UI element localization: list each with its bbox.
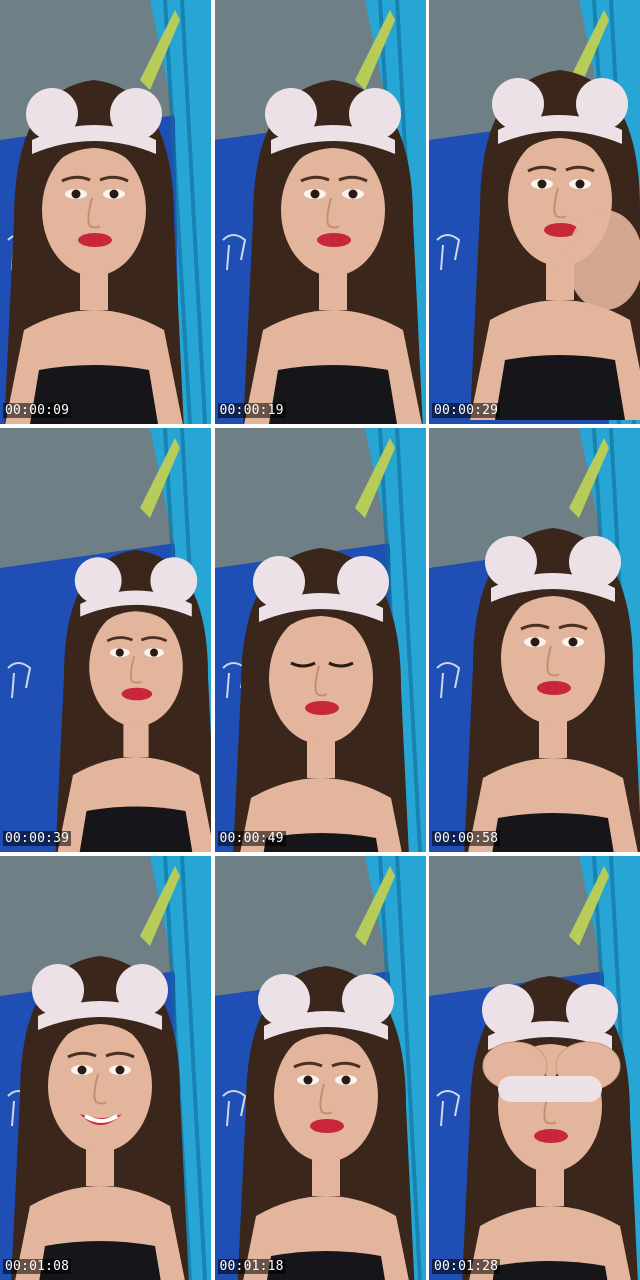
person xyxy=(462,976,638,1280)
frame-scene xyxy=(429,0,640,424)
person xyxy=(237,966,414,1280)
headband-ear-left xyxy=(26,88,78,140)
video-frame-thumbnail: 00:00:49 xyxy=(214,428,426,852)
headband-ear-left xyxy=(264,88,317,140)
person xyxy=(232,548,409,852)
frame-scene xyxy=(214,856,426,1280)
frame-scene xyxy=(214,0,426,424)
frame-scene xyxy=(429,428,640,852)
headband-ear-left xyxy=(485,536,537,588)
video-frame-thumbnail: 00:00:19 xyxy=(214,0,426,424)
face xyxy=(89,607,183,727)
timestamp-label: 00:00:49 xyxy=(217,831,286,846)
headband-ear-right xyxy=(341,974,394,1026)
headband-ear-left xyxy=(74,557,122,604)
video-frame-thumbnail: 00:00:09 xyxy=(0,0,211,424)
headband-ear-left xyxy=(32,964,84,1016)
person xyxy=(4,80,184,424)
video-frame-thumbnail: 00:01:18 xyxy=(214,856,426,1280)
timestamp-label: 00:00:58 xyxy=(432,831,501,846)
person xyxy=(55,549,211,852)
headband-ear-left xyxy=(492,78,544,130)
person xyxy=(470,70,640,420)
headband-ear-right xyxy=(110,88,162,140)
headband-ear-left xyxy=(482,984,534,1036)
headband-ear-right xyxy=(150,557,198,604)
person xyxy=(242,80,423,424)
top xyxy=(268,365,397,424)
video-frame-thumbnail: 00:00:39 xyxy=(0,428,211,852)
face xyxy=(42,144,146,276)
frame-scene xyxy=(0,428,211,852)
timestamp-label: 00:00:29 xyxy=(432,403,501,418)
headband-ear-right xyxy=(576,78,628,130)
frame-scene xyxy=(429,856,640,1280)
face xyxy=(48,1020,152,1152)
timestamp-label: 00:01:08 xyxy=(3,1259,72,1274)
timestamp-label: 00:01:18 xyxy=(217,1259,286,1274)
video-frame-thumbnail: 00:00:58 xyxy=(429,428,640,852)
timestamp-label: 00:00:39 xyxy=(3,831,72,846)
top xyxy=(495,355,625,420)
person xyxy=(464,528,640,852)
face xyxy=(273,1030,378,1162)
timestamp-label: 00:01:28 xyxy=(432,1259,501,1274)
video-frame-thumbnail: 00:00:29 xyxy=(429,0,640,424)
face xyxy=(501,592,605,724)
face xyxy=(280,144,385,276)
headband-ear-right xyxy=(569,536,621,588)
timestamp-label: 00:00:19 xyxy=(217,403,286,418)
thumbnail-grid: 00:00:09 00:00:19 00:00:29 00:00:39 00:0… xyxy=(0,0,640,1280)
headband-ear-right xyxy=(336,556,389,608)
top xyxy=(492,813,614,852)
frame-scene xyxy=(214,428,426,852)
headband-ear-left xyxy=(257,974,310,1026)
headband-ear-right xyxy=(116,964,168,1016)
timestamp-label: 00:00:09 xyxy=(3,403,72,418)
frame-scene xyxy=(0,0,211,424)
face xyxy=(268,612,373,744)
headband-ear-right xyxy=(566,984,618,1036)
headband-ear-right xyxy=(348,88,401,140)
top xyxy=(79,806,193,852)
video-frame-thumbnail: 00:01:28 xyxy=(429,856,640,1280)
headband-ear-left xyxy=(252,556,305,608)
person xyxy=(11,956,189,1280)
frame-scene xyxy=(0,856,211,1280)
video-frame-thumbnail: 00:01:08 xyxy=(0,856,211,1280)
